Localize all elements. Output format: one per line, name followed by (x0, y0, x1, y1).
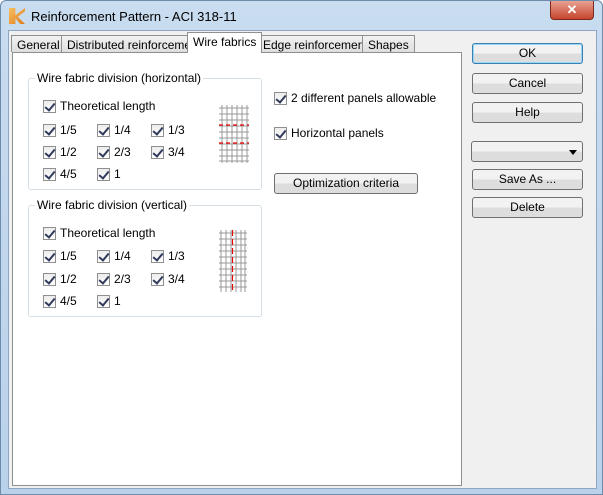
tab-distributed-reinforcement[interactable]: Distributed reinforcement (61, 35, 208, 52)
vertical-division-group: Wire fabric division (vertical) Theoreti… (28, 198, 262, 317)
app-icon (9, 8, 25, 24)
two-panels-checkbox[interactable]: 2 different panels allowable (274, 91, 436, 105)
h-checkbox-1-2[interactable]: 1/2 (43, 145, 77, 159)
ok-button[interactable]: OK (472, 43, 583, 64)
h-checkbox-1-3[interactable]: 1/3 (151, 123, 185, 137)
horizontal-panels-checkbox[interactable]: Horizontal panels (274, 126, 384, 140)
horizontal-division-diagram-icon (219, 105, 249, 163)
h-checkbox-1[interactable]: 1 (97, 167, 121, 181)
v-checkbox-1-4[interactable]: 1/4 (97, 249, 131, 263)
pattern-dropdown[interactable] (471, 141, 583, 162)
close-button[interactable]: ✕ (550, 1, 594, 20)
h-checkbox-2-3[interactable]: 2/3 (97, 145, 131, 159)
h-checkbox-1-5[interactable]: 1/5 (43, 123, 77, 137)
group-label: Wire fabric division (horizontal) (35, 71, 204, 85)
optimization-criteria-button[interactable]: Optimization criteria (274, 173, 418, 194)
help-button[interactable]: Help (472, 102, 583, 123)
h-checkbox-1-4[interactable]: 1/4 (97, 123, 131, 137)
v-checkbox-1-5[interactable]: 1/5 (43, 249, 77, 263)
v-theoretical-checkbox[interactable]: Theoretical length (43, 226, 155, 240)
tab-wire-fabrics[interactable]: Wire fabrics (187, 32, 263, 53)
v-checkbox-3-4[interactable]: 3/4 (151, 272, 185, 286)
save-as-button[interactable]: Save As ... (472, 169, 583, 190)
chevron-down-icon (569, 150, 577, 159)
dialog-client: General Distributed reinforcement Wire f… (8, 30, 597, 489)
h-checkbox-4-5[interactable]: 4/5 (43, 167, 77, 181)
v-checkbox-1-2[interactable]: 1/2 (43, 272, 77, 286)
v-checkbox-4-5[interactable]: 4/5 (43, 294, 77, 308)
group-label: Wire fabric division (vertical) (35, 198, 190, 212)
cancel-button[interactable]: Cancel (472, 73, 583, 94)
v-checkbox-2-3[interactable]: 2/3 (97, 272, 131, 286)
tab-shapes[interactable]: Shapes (362, 35, 415, 52)
h-checkbox-3-4[interactable]: 3/4 (151, 145, 185, 159)
wire-fabrics-panel: Wire fabric division (horizontal) Theore… (12, 52, 462, 486)
v-checkbox-1[interactable]: 1 (97, 294, 121, 308)
window-title: Reinforcement Pattern - ACI 318-11 (31, 9, 237, 24)
delete-button[interactable]: Delete (472, 197, 583, 218)
v-checkbox-1-3[interactable]: 1/3 (151, 249, 185, 263)
tab-general[interactable]: General (11, 35, 66, 52)
dialog-window: Reinforcement Pattern - ACI 318-11 ✕ Gen… (0, 0, 603, 495)
h-theoretical-checkbox[interactable]: Theoretical length (43, 99, 155, 113)
horizontal-division-group: Wire fabric division (horizontal) Theore… (28, 71, 262, 190)
tab-edge-reinforcement[interactable]: Edge reinforcement (257, 35, 374, 52)
vertical-division-diagram-icon (219, 230, 247, 292)
